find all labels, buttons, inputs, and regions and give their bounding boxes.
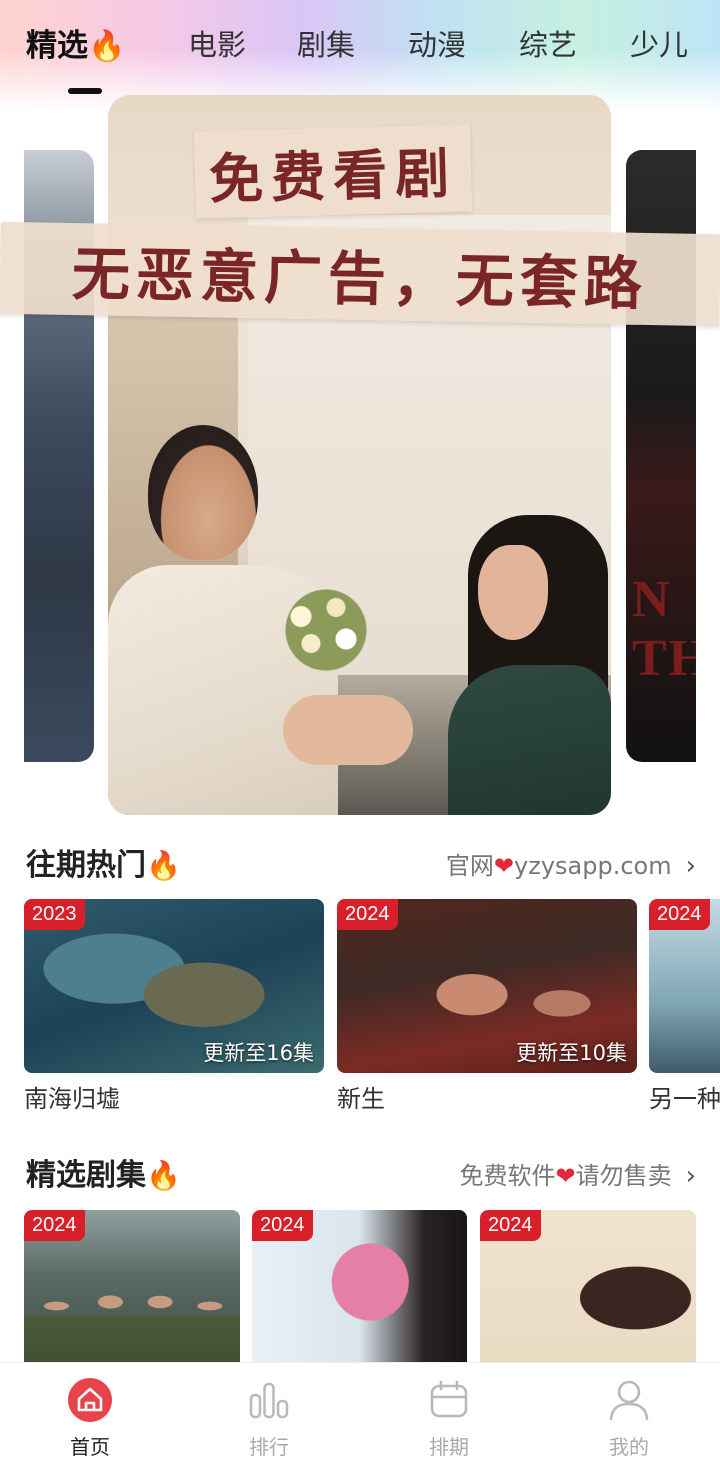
year-badge: 2024	[480, 1210, 541, 1241]
banner-art-hands	[283, 695, 413, 765]
banner-art-woman	[408, 515, 611, 815]
year-badge: 2024	[252, 1210, 313, 1241]
tab-label: 动漫	[408, 28, 467, 62]
active-tab-indicator	[68, 88, 102, 94]
card-title: 新生	[337, 1085, 385, 1113]
tab-variety[interactable]: 综艺	[519, 22, 577, 64]
nav-label: 排行	[249, 1435, 289, 1459]
tab-label: 电影	[188, 28, 247, 62]
year-badge: 2024	[337, 899, 398, 930]
heart-icon: ❤	[493, 852, 515, 880]
heart-icon: ❤	[555, 1162, 576, 1190]
section-header-hot: 往期热门🔥 官网❤yzysapp.com ›	[24, 840, 696, 886]
nav-home[interactable]: 首页	[30, 1377, 150, 1460]
tab-label: 综艺	[519, 28, 578, 62]
tab-kids[interactable]: 少儿	[630, 22, 688, 64]
poster-art	[24, 1290, 240, 1362]
poster-image: 2023 更新至16集	[24, 899, 324, 1073]
section-header-featured: 精选剧集🔥 免费软件❤请勿售卖 ›	[24, 1150, 696, 1196]
ranking-icon	[249, 1382, 289, 1419]
banner-subheadline: 无恶意广告，无套路	[0, 221, 720, 327]
nav-label: 排期	[429, 1435, 469, 1459]
nav-schedule[interactable]: 排期	[389, 1377, 509, 1460]
nav-label: 我的	[609, 1435, 649, 1459]
profile-icon	[609, 1380, 649, 1421]
card-title: 另一种	[649, 1085, 720, 1113]
media-card[interactable]: 2024 更新至10集 新生	[337, 899, 637, 1114]
chevron-right-icon: ›	[685, 851, 696, 881]
year-badge: 2024	[24, 1210, 85, 1241]
section-more-link[interactable]: 官网❤yzysapp.com ›	[446, 846, 696, 881]
nav-profile[interactable]: 我的	[569, 1377, 689, 1460]
flame-icon: 🔥	[88, 29, 126, 64]
nav-label: 首页	[70, 1435, 110, 1459]
tab-label: 精选	[26, 28, 88, 64]
section-more-link[interactable]: 免费软件❤请勿售卖 ›	[459, 1156, 696, 1191]
tab-movies[interactable]: 电影	[188, 22, 246, 64]
section-title: 往期热门🔥	[26, 848, 181, 883]
poster-image: 2024	[24, 1210, 240, 1362]
poster-art: N TH	[632, 571, 696, 687]
tab-anime[interactable]: 动漫	[408, 22, 466, 64]
flame-icon: 🔥	[146, 1159, 181, 1192]
poster-image: 2024	[649, 899, 720, 1073]
year-badge: 2023	[24, 899, 85, 930]
calendar-icon	[430, 1380, 468, 1418]
media-card[interactable]: 2024	[480, 1210, 696, 1362]
flame-icon: 🔥	[146, 849, 181, 882]
tab-featured[interactable]: 精选🔥	[26, 20, 125, 65]
hot-cards-row: 2023 更新至16集 南海归墟 2024 更新至10集 新生 2024 另一种	[0, 899, 720, 1114]
tab-label: 少儿	[630, 28, 689, 62]
update-status: 更新至10集	[516, 1041, 627, 1065]
poster-image: 2024	[480, 1210, 696, 1362]
featured-cards-row: 2024 2024 2024	[0, 1210, 720, 1362]
home-icon	[68, 1378, 112, 1422]
media-card[interactable]: 2024 另一种	[649, 899, 720, 1114]
update-status: 更新至16集	[203, 1041, 314, 1065]
bottom-nav: 首页 排行 排期 我的	[0, 1362, 720, 1470]
year-badge: 2024	[649, 899, 710, 930]
poster-image: 2024	[252, 1210, 467, 1362]
nav-ranking[interactable]: 排行	[209, 1377, 329, 1460]
media-card[interactable]: 2023 更新至16集 南海归墟	[24, 899, 324, 1114]
bouquet-image	[276, 585, 376, 675]
poster-image: 2024 更新至10集	[337, 899, 637, 1073]
tab-label: 剧集	[297, 28, 356, 62]
media-card[interactable]: 2024	[24, 1210, 240, 1362]
banner-headline: 免费看剧	[193, 124, 473, 219]
chevron-right-icon: ›	[685, 1161, 696, 1191]
category-tabs: 精选🔥 电影 剧集 动漫 综艺 少儿	[0, 18, 720, 94]
tab-series[interactable]: 剧集	[297, 22, 355, 64]
media-card[interactable]: 2024	[252, 1210, 467, 1362]
section-title: 精选剧集🔥	[26, 1158, 181, 1193]
card-title: 南海归墟	[24, 1085, 120, 1113]
